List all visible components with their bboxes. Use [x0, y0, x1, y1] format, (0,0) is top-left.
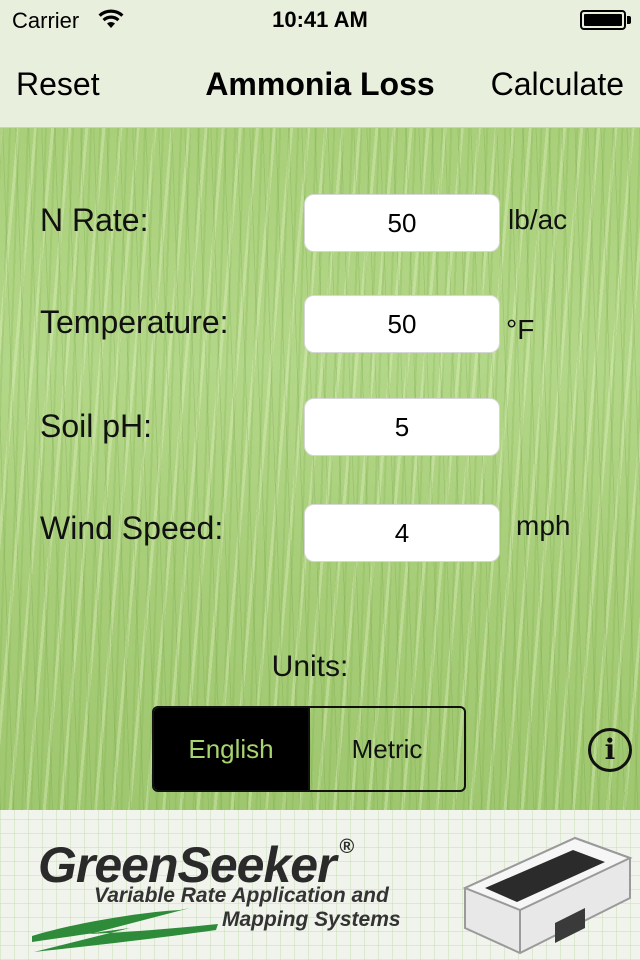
units-metric-segment[interactable]: Metric	[308, 708, 464, 790]
n-rate-unit: lb/ac	[508, 204, 568, 235]
sensor-device-icon	[462, 836, 633, 955]
greenseeker-banner: GreenSeeker ® Variable Rate Application a…	[0, 810, 640, 960]
n-rate-input[interactable]	[304, 194, 500, 252]
temperature-unit: °F	[506, 314, 535, 345]
battery-icon	[580, 10, 626, 30]
units-label: Units:	[271, 650, 349, 683]
battery-tip	[627, 16, 631, 24]
n-rate-label: N Rate:	[40, 202, 149, 238]
info-button[interactable]: i	[588, 728, 632, 772]
swoosh-icon	[32, 908, 218, 952]
clock: 10:41 AM	[272, 7, 368, 32]
reset-button[interactable]: Reset	[16, 66, 100, 103]
wind-speed-input[interactable]	[304, 504, 500, 562]
navigation-bar: Reset Ammonia Loss Calculate	[0, 40, 640, 128]
soil-ph-input[interactable]	[304, 398, 500, 456]
tagline-line-2: Mapping Systems	[222, 908, 401, 931]
registered-mark: ®	[339, 836, 355, 858]
soil-ph-label: Soil pH:	[40, 408, 153, 444]
wind-speed-unit: mph	[516, 510, 571, 541]
units-segmented-control: English Metric	[152, 706, 466, 792]
units-english-segment[interactable]: English	[154, 708, 308, 790]
status-bar: Carrier 10:41 AM	[0, 0, 640, 40]
wind-speed-label: Wind Speed:	[40, 510, 224, 546]
temperature-input[interactable]	[304, 295, 500, 353]
temperature-label: Temperature:	[40, 304, 229, 340]
info-icon: i	[604, 733, 616, 766]
calculate-button[interactable]: Calculate	[491, 66, 624, 103]
